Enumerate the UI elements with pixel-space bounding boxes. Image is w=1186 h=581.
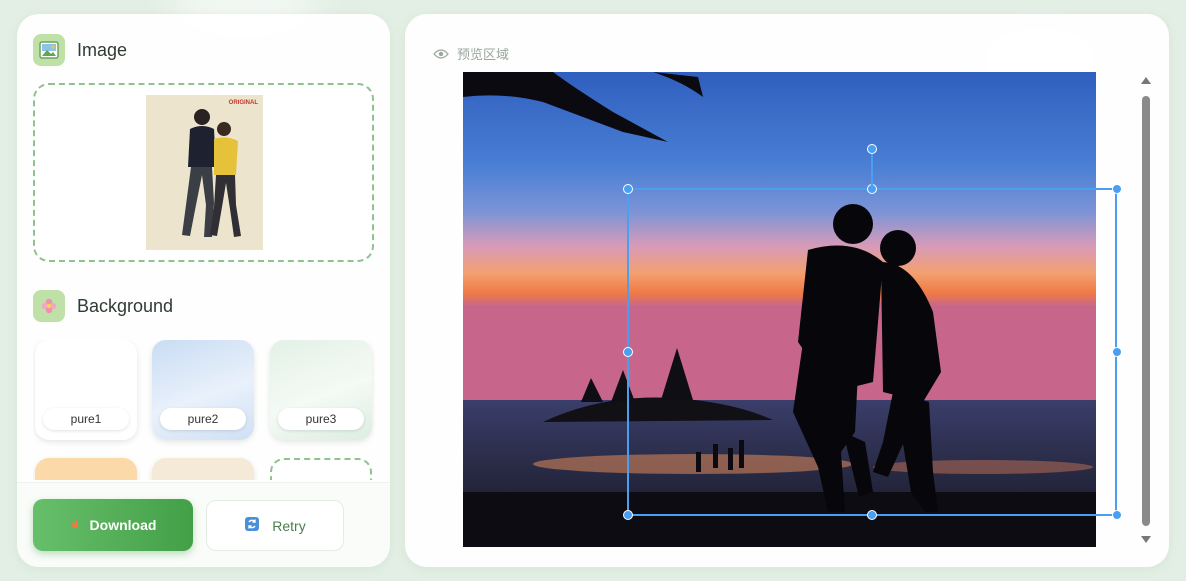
preview-header: 预览区域 [433,44,509,63]
preview-title: 预览区域 [457,47,510,62]
retry-button[interactable]: Retry [206,500,344,551]
action-bar: Download Retry [17,482,390,567]
eye-icon [433,48,449,60]
image-icon [33,34,65,66]
scroll-up-icon[interactable] [1140,76,1152,86]
image-section-header: Image [33,34,127,66]
flower-icon [33,290,65,322]
thumbnail-badge: ORIGINAL [229,100,259,106]
add-background-tile[interactable] [270,458,372,480]
fire-icon [70,517,80,533]
download-button[interactable]: Download [33,499,193,551]
selection-box[interactable] [627,188,1117,516]
rotate-handle[interactable] [867,144,877,154]
image-section-title: Image [77,39,128,60]
background-tile-label: pure2 [160,408,246,430]
left-panel: Image ORIGINAL Background pure1 pure2 pu… [17,14,390,567]
background-tile-pure3[interactable]: pure3 [270,340,372,440]
scroll-thumb[interactable] [1142,96,1150,526]
rotate-handle-stem [871,154,873,188]
resize-handle-right[interactable] [1112,347,1122,357]
resize-handle-top-left[interactable] [623,184,633,194]
resize-handle-bottom-left[interactable] [623,510,633,520]
resize-handle-left[interactable] [623,347,633,357]
background-tile-pure1[interactable]: pure1 [35,340,137,440]
download-button-label: Download [89,517,157,533]
scroll-down-icon[interactable] [1140,534,1152,544]
resize-handle-top-right[interactable] [1112,184,1122,194]
background-tile[interactable] [35,458,137,480]
background-tile-pure2[interactable]: pure2 [152,340,254,440]
resize-handle-bottom[interactable] [867,510,877,520]
preview-scrollbar[interactable] [1140,76,1152,546]
retry-button-label: Retry [272,517,306,534]
background-section-header: Background [33,290,173,322]
background-tile-label: pure3 [278,408,364,430]
background-options-grid: pure1 pure2 pure3 [33,340,375,480]
preview-panel: 预览区域 [405,14,1169,567]
background-tile-label: pure1 [43,408,129,430]
resize-handle-bottom-right[interactable] [1112,510,1122,520]
image-upload-area[interactable]: ORIGINAL [33,83,374,262]
background-section-title: Background [77,295,174,316]
retry-icon [244,516,260,535]
uploaded-image-thumbnail: ORIGINAL [146,95,263,250]
background-tile[interactable] [152,458,254,480]
